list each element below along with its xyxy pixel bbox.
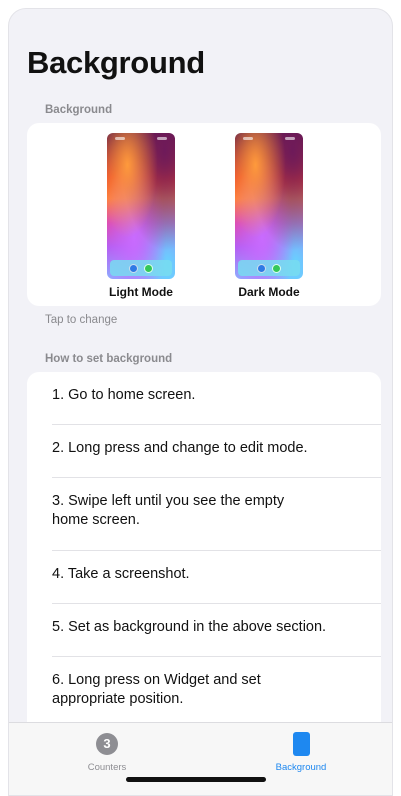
instructions-card: 1. Go to home screen. 2. Long press and … <box>27 372 381 732</box>
tab-counters-label: Counters <box>87 762 127 773</box>
dock <box>110 260 172 276</box>
step-text: 2. Long press and change to edit mode. <box>52 440 308 456</box>
step-text: 6. Long press on Widget and set appropri… <box>52 672 261 707</box>
step-text: 5. Set as background in the above sectio… <box>52 619 327 635</box>
step-text: 4. Take a screenshot. <box>52 566 190 582</box>
step-text: 3. Swipe left until you see the empty ho… <box>52 493 285 528</box>
list-item: 2. Long press and change to edit mode. <box>27 425 381 478</box>
list-item: 4. Take a screenshot. <box>27 551 381 604</box>
tab-background[interactable]: Background <box>241 731 361 773</box>
phone-rectangle-icon <box>292 732 310 756</box>
list-item: 3. Swipe left until you see the empty ho… <box>27 478 381 551</box>
counter-circle-icon: 3 <box>96 733 118 755</box>
tab-background-label: Background <box>275 762 327 773</box>
dark-mode-label: Dark Mode <box>238 285 300 299</box>
dark-mode-wallpaper-image[interactable] <box>235 133 303 279</box>
dock <box>238 260 300 276</box>
tap-to-change-hint: Tap to change <box>45 314 118 326</box>
step-text: 1. Go to home screen. <box>52 387 196 403</box>
list-item: 6. Long press on Widget and set appropri… <box>27 657 381 730</box>
light-mode-label: Light Mode <box>109 285 173 299</box>
background-card: Light Mode Dark Mode <box>27 123 381 306</box>
light-mode-wallpaper-image[interactable] <box>107 133 175 279</box>
tab-bar: 3 Counters Background <box>9 722 392 795</box>
home-indicator <box>126 777 266 782</box>
tab-counters[interactable]: 3 Counters <box>47 731 167 773</box>
app-icon <box>129 263 138 273</box>
dark-mode-preview[interactable] <box>235 133 303 279</box>
list-item: 5. Set as background in the above sectio… <box>27 604 381 657</box>
light-mode-preview[interactable] <box>107 133 175 279</box>
app-screen: Background Background Light Mode Dark Mo… <box>8 8 393 796</box>
background-section-header: Background <box>45 104 113 116</box>
app-icon <box>144 263 153 273</box>
app-icon <box>257 263 266 273</box>
list-item: 1. Go to home screen. <box>27 372 381 425</box>
page-title: Background <box>27 45 205 80</box>
instructions-section-header: How to set background <box>45 353 173 365</box>
app-icon <box>272 263 281 273</box>
